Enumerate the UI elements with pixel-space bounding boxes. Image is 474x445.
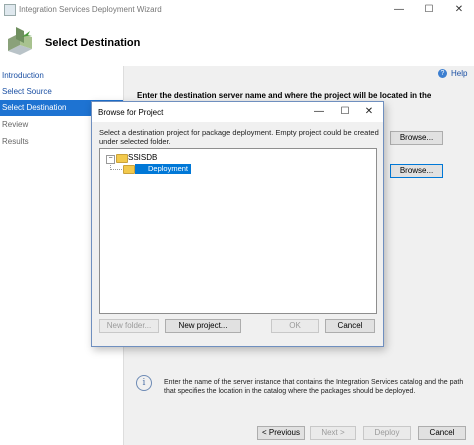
previous-button[interactable]: < Previous bbox=[257, 426, 305, 440]
destination-prompt: Enter the destination server name and wh… bbox=[137, 91, 432, 100]
app-icon bbox=[4, 4, 16, 16]
minimize-button[interactable]: — bbox=[384, 0, 414, 20]
window-titlebar: Integration Services Deployment Wizard —… bbox=[0, 0, 474, 20]
browse-path-button[interactable]: Browse... bbox=[390, 164, 443, 178]
window-title: Integration Services Deployment Wizard bbox=[19, 5, 162, 14]
wizard-header: Select Destination bbox=[0, 20, 474, 67]
help-icon: ? bbox=[438, 69, 447, 79]
page-title: Select Destination bbox=[45, 37, 141, 49]
folder-tree[interactable]: − SSISDB Deployment bbox=[99, 148, 377, 314]
folder-icon bbox=[123, 165, 135, 174]
new-folder-button: New folder... bbox=[99, 319, 159, 333]
dialog-close-button[interactable]: ✕ bbox=[356, 102, 382, 122]
tree-node-ssisdb[interactable]: SSISDB bbox=[128, 153, 157, 162]
next-button: Next > bbox=[310, 426, 356, 440]
help-link[interactable]: ? Help bbox=[438, 69, 468, 79]
browse-server-button[interactable]: Browse... bbox=[390, 131, 443, 145]
dialog-titlebar: Browse for Project — ☐ ✕ bbox=[92, 102, 383, 122]
dialog-description: Select a destination project for package… bbox=[99, 128, 379, 146]
close-button[interactable]: ✕ bbox=[444, 0, 474, 20]
tree-connector bbox=[110, 169, 122, 170]
dialog-maximize-button[interactable]: ☐ bbox=[332, 102, 358, 122]
dialog-title: Browse for Project bbox=[98, 108, 164, 117]
deploy-button: Deploy bbox=[363, 426, 411, 440]
folder-icon bbox=[116, 154, 128, 163]
maximize-button[interactable]: ☐ bbox=[414, 0, 444, 20]
cancel-button[interactable]: Cancel bbox=[418, 426, 466, 440]
info-text: Enter the name of the server instance th… bbox=[164, 379, 464, 395]
nav-item-introduction[interactable]: Introduction bbox=[0, 68, 123, 84]
wizard-icon bbox=[8, 27, 32, 55]
help-label: Help bbox=[451, 69, 468, 78]
info-icon: i bbox=[136, 375, 152, 391]
dialog-minimize-button[interactable]: — bbox=[306, 102, 332, 122]
ok-button: OK bbox=[271, 319, 319, 333]
tree-node-deployment[interactable]: Deployment bbox=[135, 164, 192, 174]
dialog-cancel-button[interactable]: Cancel bbox=[325, 319, 375, 333]
browse-for-project-dialog: Browse for Project — ☐ ✕ Select a destin… bbox=[91, 101, 384, 347]
nav-item-select-source[interactable]: Select Source bbox=[0, 84, 123, 100]
new-project-button[interactable]: New project... bbox=[165, 319, 241, 333]
